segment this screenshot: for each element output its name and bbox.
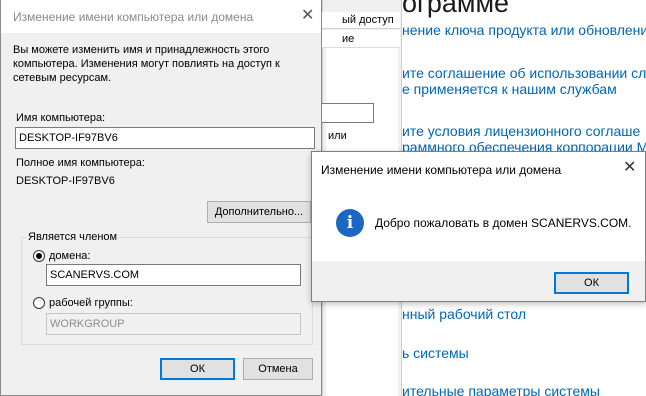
cancel-button[interactable]: Отмена bbox=[243, 358, 313, 380]
tab-remote-access[interactable]: ый доступ bbox=[322, 12, 400, 29]
workgroup-input: WORKGROUP bbox=[46, 313, 301, 335]
message-body: Изменение имени компьютера или домена ✕ … bbox=[312, 152, 645, 261]
full-name-label: Полное имя компьютера: bbox=[16, 157, 145, 169]
change-product-key-link[interactable]: нение ключа продукта или обновление bbox=[402, 22, 646, 38]
info-icon: i bbox=[336, 209, 364, 237]
remote-desktop-link[interactable]: нный рабочий стол bbox=[402, 306, 526, 322]
ok-button[interactable]: ОК bbox=[160, 358, 235, 380]
domain-input[interactable]: SCANERVS.COM bbox=[46, 264, 301, 286]
workgroup-label: рабочей группы: bbox=[49, 297, 133, 309]
member-of-legend: Является членом bbox=[26, 231, 120, 243]
license-agreement-link-line2[interactable]: е применяется к нашим службам bbox=[402, 81, 617, 97]
advanced-system-settings-link[interactable]: ительные параметры системы bbox=[402, 383, 600, 396]
dialog-description: Вы можете изменить имя и принадлежность … bbox=[13, 44, 280, 84]
message-title: Изменение имени компьютера или домена bbox=[321, 163, 562, 177]
close-icon[interactable]: ✕ bbox=[623, 160, 636, 176]
page-heading: ограмме bbox=[402, 0, 510, 18]
close-icon[interactable]: ✕ bbox=[301, 8, 314, 24]
dialog-title: Изменение имени компьютера или домена bbox=[13, 10, 254, 24]
domain-radio[interactable] bbox=[33, 250, 45, 262]
computer-name-dialog: Изменение имени компьютера или домена ✕ … bbox=[0, 0, 322, 396]
partial-label: или bbox=[328, 130, 347, 142]
license-agreement-link[interactable]: ите соглашение об использовании слу bbox=[402, 65, 646, 81]
message-text: Добро пожаловать в домен SCANERVS.COM. bbox=[375, 216, 632, 230]
more-button[interactable]: Дополнительно... bbox=[207, 201, 311, 223]
domain-label: домена: bbox=[49, 250, 91, 262]
software-license-link[interactable]: ите условия лицензионного соглаше bbox=[402, 123, 640, 139]
description-field[interactable] bbox=[322, 103, 374, 123]
full-name-value: DESKTOP-IF97BV6 bbox=[16, 175, 115, 187]
message-ok-button[interactable]: ОК bbox=[554, 272, 629, 294]
workgroup-radio[interactable] bbox=[33, 297, 45, 309]
welcome-message-box: Изменение имени компьютера или домена ✕ … bbox=[311, 151, 646, 302]
dialog-titlebar: Изменение имени компьютера или домена ✕ bbox=[1, 0, 321, 33]
tab-computer-name[interactable]: ие bbox=[322, 30, 400, 48]
computer-name-input[interactable]: DESKTOP-IF97BV6 bbox=[15, 127, 315, 149]
system-protection-link[interactable]: ь системы bbox=[402, 345, 469, 361]
computer-name-label: Имя компьютера: bbox=[16, 112, 106, 124]
